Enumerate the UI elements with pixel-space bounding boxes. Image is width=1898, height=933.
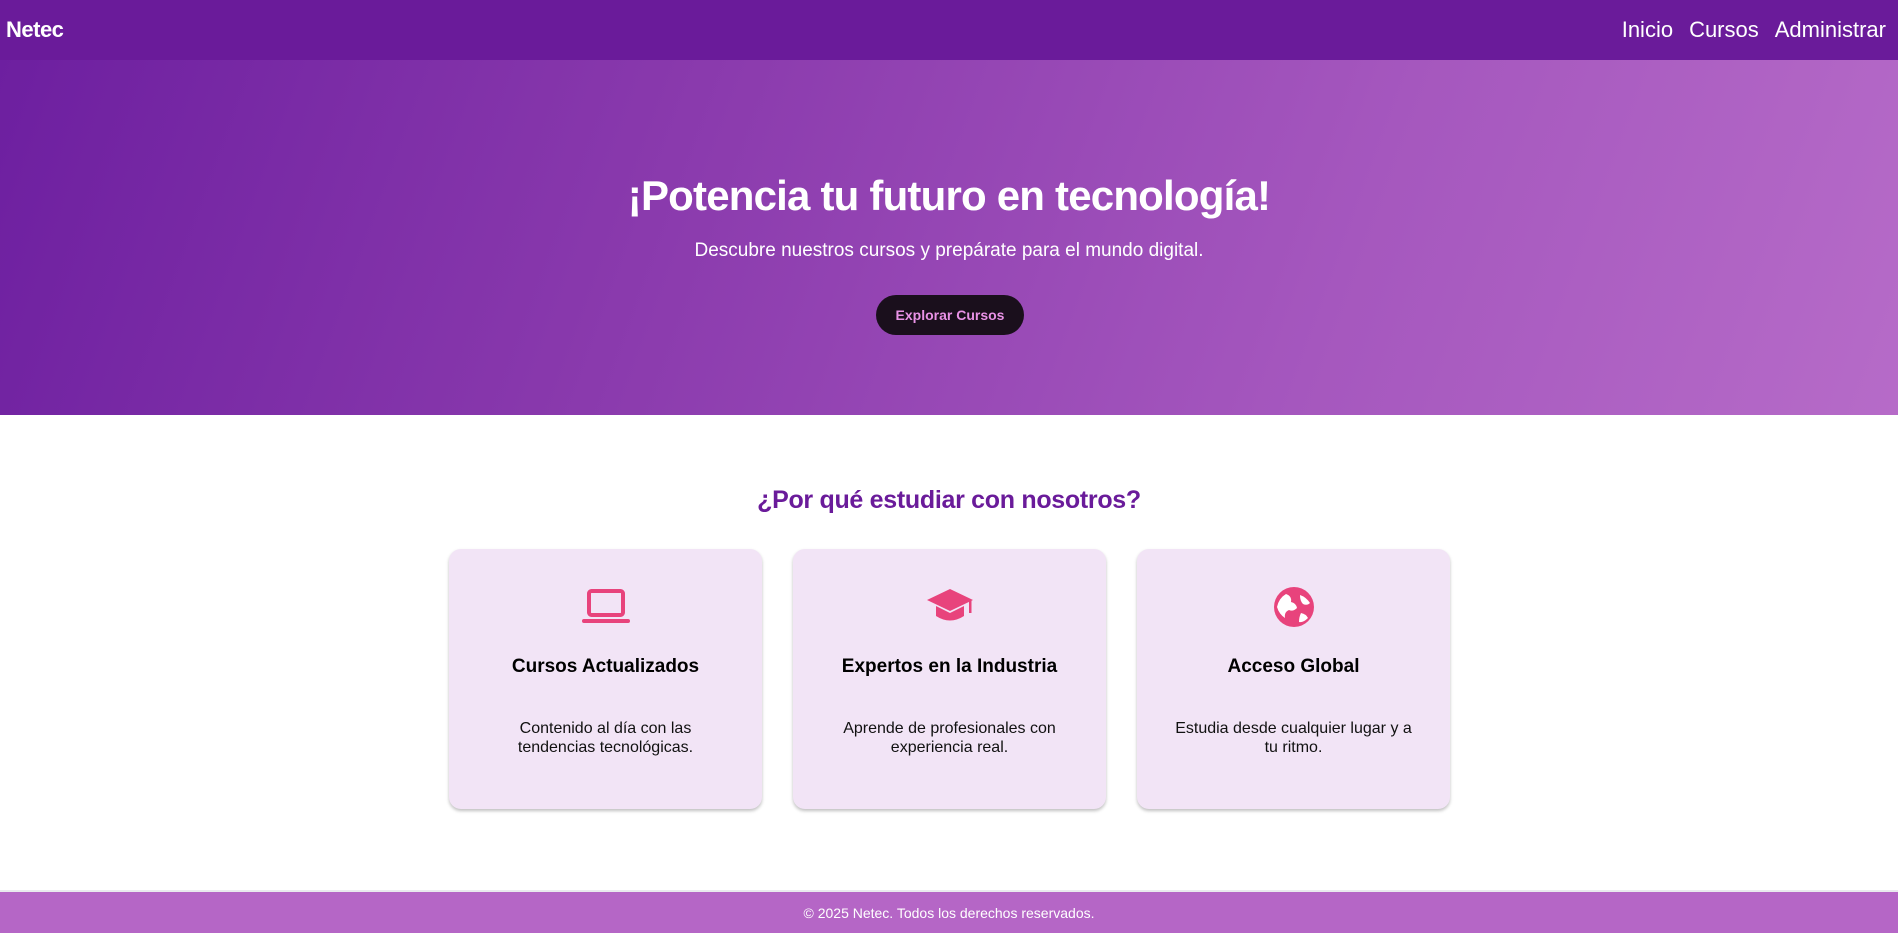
card-text: Contenido al día con las tendencias tecn…: [517, 720, 694, 756]
feature-card-global-access: Acceso Global Estudia desde cualquier lu…: [1137, 549, 1450, 809]
globe-icon: [1137, 585, 1450, 629]
laptop-icon: [449, 585, 762, 629]
feature-card-industry-experts: Expertos en la Industria Aprende de prof…: [793, 549, 1106, 809]
hero-section: ¡Potencia tu futuro en tecnología! Descu…: [0, 60, 1898, 415]
graduation-cap-icon: [793, 585, 1106, 629]
footer: © 2025 Netec. Todos los derechos reserva…: [0, 892, 1898, 933]
card-title: Cursos Actualizados: [511, 656, 700, 677]
hero-title: ¡Potencia tu futuro en tecnología!: [627, 172, 1271, 219]
nav-link-administrar[interactable]: Administrar: [1775, 17, 1886, 43]
nav-link-cursos[interactable]: Cursos: [1689, 17, 1759, 43]
explore-courses-button[interactable]: Explorar Cursos: [876, 295, 1024, 335]
nav-link-inicio[interactable]: Inicio: [1622, 17, 1673, 43]
footer-copyright: © 2025 Netec. Todos los derechos reserva…: [803, 904, 1095, 921]
navbar: Netec Inicio Cursos Administrar: [0, 0, 1898, 60]
feature-card-updated-courses: Cursos Actualizados Contenido al día con…: [449, 549, 762, 809]
card-text: Estudia desde cualquier lugar y a tu rit…: [1175, 720, 1412, 756]
card-title: Expertos en la Industria: [841, 656, 1058, 677]
brand-logo[interactable]: Netec: [6, 17, 64, 43]
features-title: ¿Por qué estudiar con nosotros?: [757, 486, 1141, 514]
nav-links: Inicio Cursos Administrar: [1622, 17, 1886, 43]
features-section: ¿Por qué estudiar con nosotros? Cursos A…: [0, 415, 1898, 890]
card-text: Aprende de profesionales con experiencia…: [843, 720, 1056, 756]
card-title: Acceso Global: [1227, 656, 1360, 677]
hero-subtitle: Descubre nuestros cursos y prepárate par…: [694, 240, 1204, 261]
